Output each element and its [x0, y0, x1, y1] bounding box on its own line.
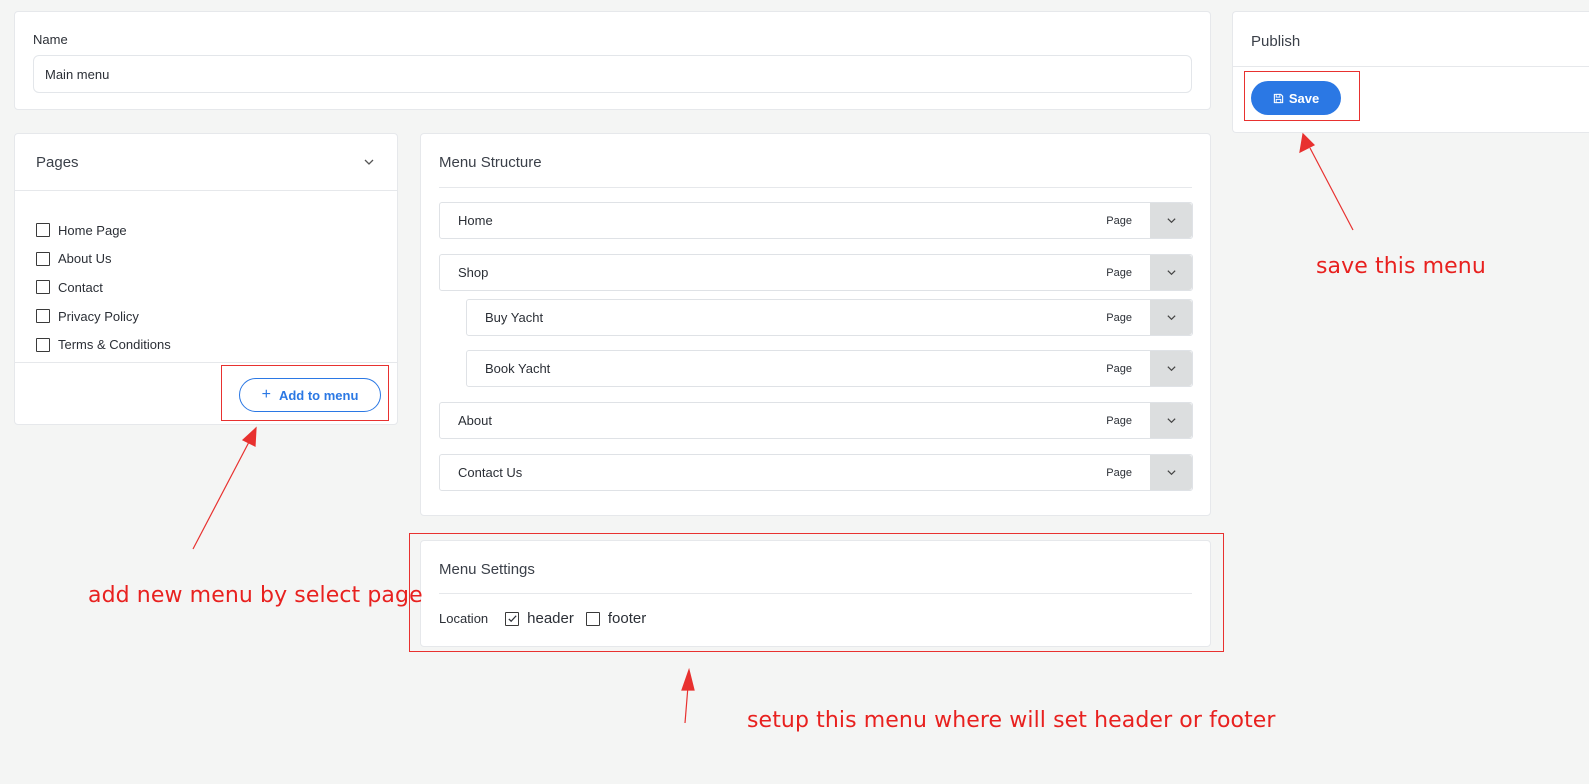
annotation-settings-note: setup this menu where will set header or…: [747, 708, 1276, 733]
annotation-arrows: [192, 132, 1354, 724]
annotation-add-note: add new menu by select page: [88, 583, 423, 608]
annotation-save-note: save this menu: [1316, 254, 1486, 279]
